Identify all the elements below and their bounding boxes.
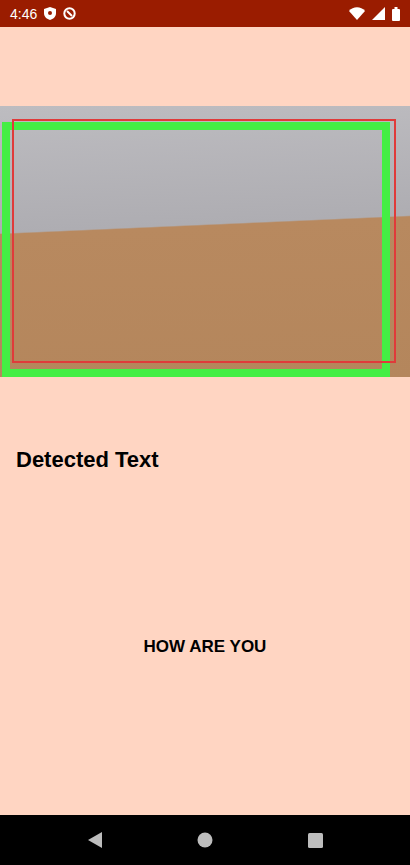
status-bar: 4:46 — [0, 0, 410, 27]
shield-icon — [44, 7, 56, 20]
back-button[interactable] — [75, 820, 115, 860]
camera-preview — [0, 106, 410, 377]
back-icon — [87, 831, 103, 849]
battery-icon — [392, 7, 400, 21]
detected-heading: Detected Text — [16, 447, 410, 473]
status-time: 4:46 — [10, 6, 37, 22]
navigation-bar — [0, 815, 410, 865]
wifi-icon — [349, 7, 365, 20]
signal-icon — [372, 7, 385, 20]
home-icon — [197, 832, 213, 848]
sync-icon — [63, 7, 76, 20]
screen: 4:46 Detected Text HOW ARE YOU — [0, 0, 410, 865]
detection-box — [12, 119, 396, 363]
home-button[interactable] — [185, 820, 225, 860]
scan-frame — [2, 122, 390, 377]
detected-text: HOW ARE YOU — [0, 637, 410, 657]
recents-icon — [308, 833, 323, 848]
recents-button[interactable] — [295, 820, 335, 860]
